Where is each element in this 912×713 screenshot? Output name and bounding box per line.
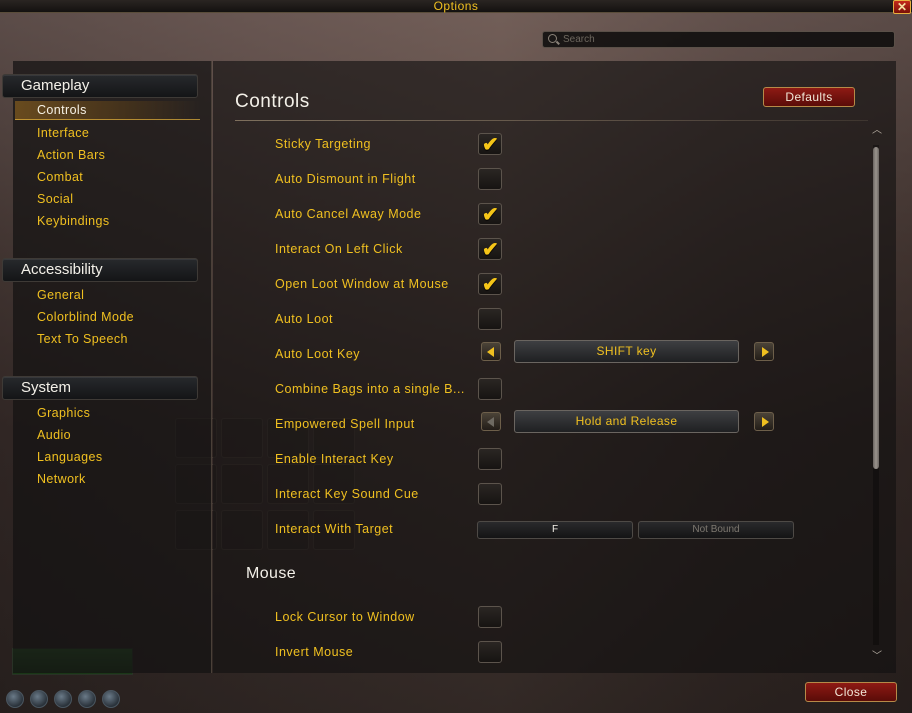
setting-label-auto-loot-key: Auto Loot Key xyxy=(275,347,361,361)
checkbox-invert-mouse[interactable] xyxy=(478,641,502,663)
checkbox-interact-key-sound[interactable] xyxy=(478,483,502,505)
category-system[interactable]: System xyxy=(2,376,198,400)
setting-label-empowered-spell-input: Empowered Spell Input xyxy=(275,417,415,431)
setting-label-lock-cursor: Lock Cursor to Window xyxy=(275,610,415,624)
checkmark-icon: ✔ xyxy=(482,204,499,226)
window-titlebar: Options xyxy=(0,0,912,13)
scroll-up-icon[interactable]: ︿ xyxy=(871,126,883,136)
category-gameplay[interactable]: Gameplay xyxy=(2,74,198,98)
close-button[interactable]: Close xyxy=(805,682,897,702)
checkbox-auto-cancel-away[interactable]: ✔ xyxy=(478,203,502,226)
title-divider xyxy=(235,120,868,121)
checkbox-enable-interact-key[interactable] xyxy=(478,448,502,470)
interact-target-primary-binding[interactable]: F xyxy=(477,521,633,539)
search-icon xyxy=(548,34,557,43)
checkbox-auto-loot[interactable] xyxy=(478,308,502,330)
sidebar-item-social[interactable]: Social xyxy=(37,192,73,206)
setting-label-auto-dismount: Auto Dismount in Flight xyxy=(275,172,416,186)
sidebar-item-action-bars[interactable]: Action Bars xyxy=(37,148,105,162)
sidebar-item-combat[interactable]: Combat xyxy=(37,170,83,184)
auto-loot-key-next-button[interactable] xyxy=(754,342,774,361)
checkbox-combine-bags[interactable] xyxy=(478,378,502,400)
setting-label-interact-with-target: Interact With Target xyxy=(275,522,394,536)
auto-loot-key-dropdown[interactable]: SHIFT key xyxy=(514,340,739,363)
sidebar-item-audio[interactable]: Audio xyxy=(37,428,71,442)
empowered-spell-next-button[interactable] xyxy=(754,412,774,431)
setting-label-auto-cancel-away: Auto Cancel Away Mode xyxy=(275,207,422,221)
sidebar-item-colorblind-mode[interactable]: Colorblind Mode xyxy=(37,310,134,324)
scrollbar-thumb[interactable] xyxy=(873,147,879,469)
setting-label-invert-mouse: Invert Mouse xyxy=(275,645,354,659)
setting-label-combine-bags: Combine Bags into a single B... xyxy=(275,382,465,396)
page-title: Controls xyxy=(235,91,310,112)
checkbox-sticky-targeting[interactable]: ✔ xyxy=(478,133,502,156)
sidebar-item-controls[interactable]: Controls xyxy=(15,101,200,120)
checkmark-icon: ✔ xyxy=(482,274,499,296)
checkbox-interact-left-click[interactable]: ✔ xyxy=(478,238,502,261)
sidebar-item-general[interactable]: General xyxy=(37,288,84,302)
defaults-button[interactable]: Defaults xyxy=(763,87,855,107)
setting-label-interact-key-sound: Interact Key Sound Cue xyxy=(275,487,419,501)
sidebar-item-interface[interactable]: Interface xyxy=(37,126,89,140)
empowered-spell-prev-button[interactable] xyxy=(481,412,501,431)
arrow-left-icon xyxy=(487,347,494,357)
sidebar-item-graphics[interactable]: Graphics xyxy=(37,406,90,420)
settings-content-panel xyxy=(213,61,896,673)
checkmark-icon: ✔ xyxy=(482,134,499,156)
close-window-button[interactable]: ✕ xyxy=(893,0,911,14)
category-accessibility[interactable]: Accessibility xyxy=(2,258,198,282)
sidebar-item-network[interactable]: Network xyxy=(37,472,86,486)
interact-target-secondary-binding[interactable]: Not Bound xyxy=(638,521,794,539)
sidebar-item-languages[interactable]: Languages xyxy=(37,450,102,464)
arrow-left-icon xyxy=(487,417,494,427)
sidebar-item-keybindings[interactable]: Keybindings xyxy=(37,214,110,228)
setting-label-enable-interact-key: Enable Interact Key xyxy=(275,452,394,466)
arrow-right-icon xyxy=(762,417,769,427)
section-title-mouse: Mouse xyxy=(246,565,297,582)
checkbox-lock-cursor[interactable] xyxy=(478,606,502,628)
scroll-down-icon[interactable]: ﹀ xyxy=(871,652,883,662)
search-input[interactable] xyxy=(563,32,883,47)
checkbox-auto-dismount[interactable] xyxy=(478,168,502,190)
search-box[interactable] xyxy=(542,31,895,48)
arrow-right-icon xyxy=(762,347,769,357)
auto-loot-key-prev-button[interactable] xyxy=(481,342,501,361)
setting-label-auto-loot: Auto Loot xyxy=(275,312,334,326)
checkmark-icon: ✔ xyxy=(482,239,499,261)
checkbox-open-loot-at-mouse[interactable]: ✔ xyxy=(478,273,502,296)
empowered-spell-dropdown[interactable]: Hold and Release xyxy=(514,410,739,433)
setting-label-interact-left-click: Interact On Left Click xyxy=(275,242,403,256)
window-title: Options xyxy=(433,0,479,13)
setting-label-open-loot-at-mouse: Open Loot Window at Mouse xyxy=(275,277,449,291)
setting-label-sticky-targeting: Sticky Targeting xyxy=(275,137,372,151)
sidebar-item-text-to-speech[interactable]: Text To Speech xyxy=(37,332,128,346)
